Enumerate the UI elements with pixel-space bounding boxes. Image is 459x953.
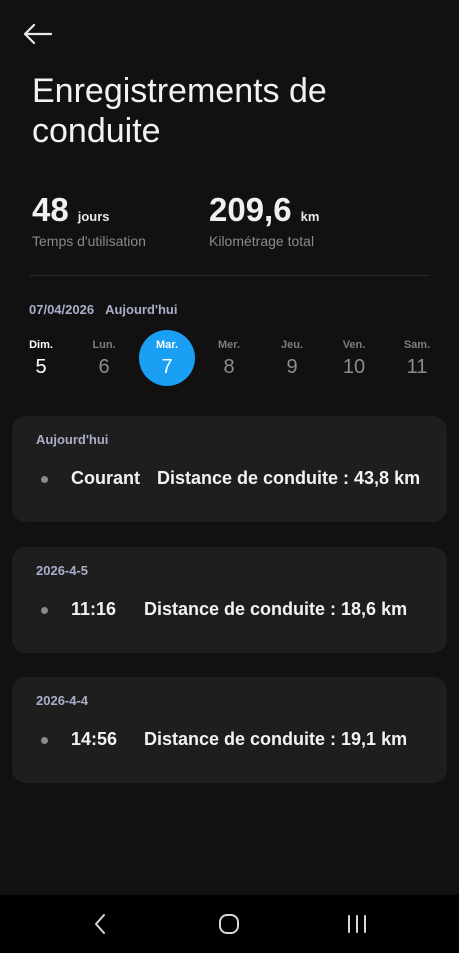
day-name: Lun. (92, 338, 116, 351)
bullet-dot-icon (41, 476, 48, 483)
week-selector: Dim. 5 Lun. 6 Mar. 7 Mer. 8 Jeu. 9 Ven. … (10, 330, 449, 390)
stats-summary: 48 jours Temps d'utilisation 209,6 km Ki… (32, 190, 431, 260)
day-number: 10 (342, 355, 366, 378)
day-number: 7 (161, 355, 173, 378)
record-date: Aujourd'hui (36, 432, 109, 447)
record-time: 14:56 (71, 729, 118, 749)
bullet-dot-icon (41, 737, 48, 744)
day-name: Jeu. (280, 338, 303, 351)
total-mileage-stat: 209,6 km Kilométrage total (209, 190, 319, 249)
total-mileage-unit: km (300, 209, 320, 224)
usage-time-value: 48 (32, 191, 69, 228)
day-thursday[interactable]: Jeu. 9 (264, 330, 320, 386)
day-friday[interactable]: Ven. 10 (326, 330, 382, 386)
day-name: Dim. (29, 338, 53, 351)
day-sunday[interactable]: Dim. 5 (13, 330, 69, 386)
current-date: 07/04/2026 (29, 302, 95, 317)
day-name: Sam. (403, 338, 431, 351)
nav-home-button[interactable] (194, 895, 264, 953)
usage-time-stat: 48 jours Temps d'utilisation (32, 190, 146, 249)
day-name: Mar. (155, 338, 178, 351)
record-date: 2026-4-4 (36, 693, 89, 708)
divider (30, 275, 429, 276)
record-card-today[interactable]: Aujourd'hui Courant Distance de conduite… (12, 416, 447, 522)
back-button[interactable] (24, 16, 72, 52)
current-date-relative: Aujourd'hui (105, 302, 178, 317)
day-number: 11 (406, 355, 428, 378)
total-mileage-label: Kilométrage total (209, 233, 315, 249)
day-name: Mer. (217, 338, 240, 351)
record-distance: Distance de conduite : 18,6 km (144, 599, 408, 619)
nav-home-icon (219, 914, 239, 934)
record-date: 2026-4-5 (36, 563, 89, 578)
day-number: 5 (35, 355, 47, 378)
record-time: 11:16 (71, 599, 117, 619)
bullet-dot-icon (41, 607, 48, 614)
driving-records-screen: Enregistrements de conduite 48 jours Tem… (0, 0, 459, 953)
day-tuesday-selected[interactable]: Mar. 7 (139, 330, 195, 386)
nav-back-icon (95, 914, 105, 934)
total-mileage-value: 209,6 (209, 191, 292, 228)
nav-recents-icon (348, 915, 366, 933)
day-number: 9 (286, 355, 298, 378)
day-saturday[interactable]: Sam. 11 (389, 330, 445, 386)
record-card-2026-4-5[interactable]: 2026-4-5 11:16 Distance de conduite : 18… (12, 547, 447, 653)
day-number: 6 (98, 355, 110, 378)
current-date-row: 07/04/2026 Aujourd'hui (29, 302, 178, 317)
system-navigation-bar (0, 895, 459, 953)
day-monday[interactable]: Lun. 6 (76, 330, 132, 386)
day-number: 8 (223, 355, 235, 378)
record-card-2026-4-4[interactable]: 2026-4-4 14:56 Distance de conduite : 19… (12, 677, 447, 783)
nav-recents-button[interactable] (322, 895, 392, 953)
nav-back-button[interactable] (65, 895, 135, 953)
record-distance: Distance de conduite : 19,1 km (144, 729, 408, 749)
record-time: Courant (71, 468, 140, 488)
usage-time-label: Temps d'utilisation (32, 233, 146, 249)
record-distance: Distance de conduite : 43,8 km (157, 468, 421, 488)
page-title: Enregistrements de conduite (32, 72, 327, 150)
day-name: Ven. (342, 338, 366, 351)
arrow-left-icon (24, 24, 52, 44)
day-wednesday[interactable]: Mer. 8 (201, 330, 257, 386)
usage-time-unit: jours (77, 209, 110, 224)
